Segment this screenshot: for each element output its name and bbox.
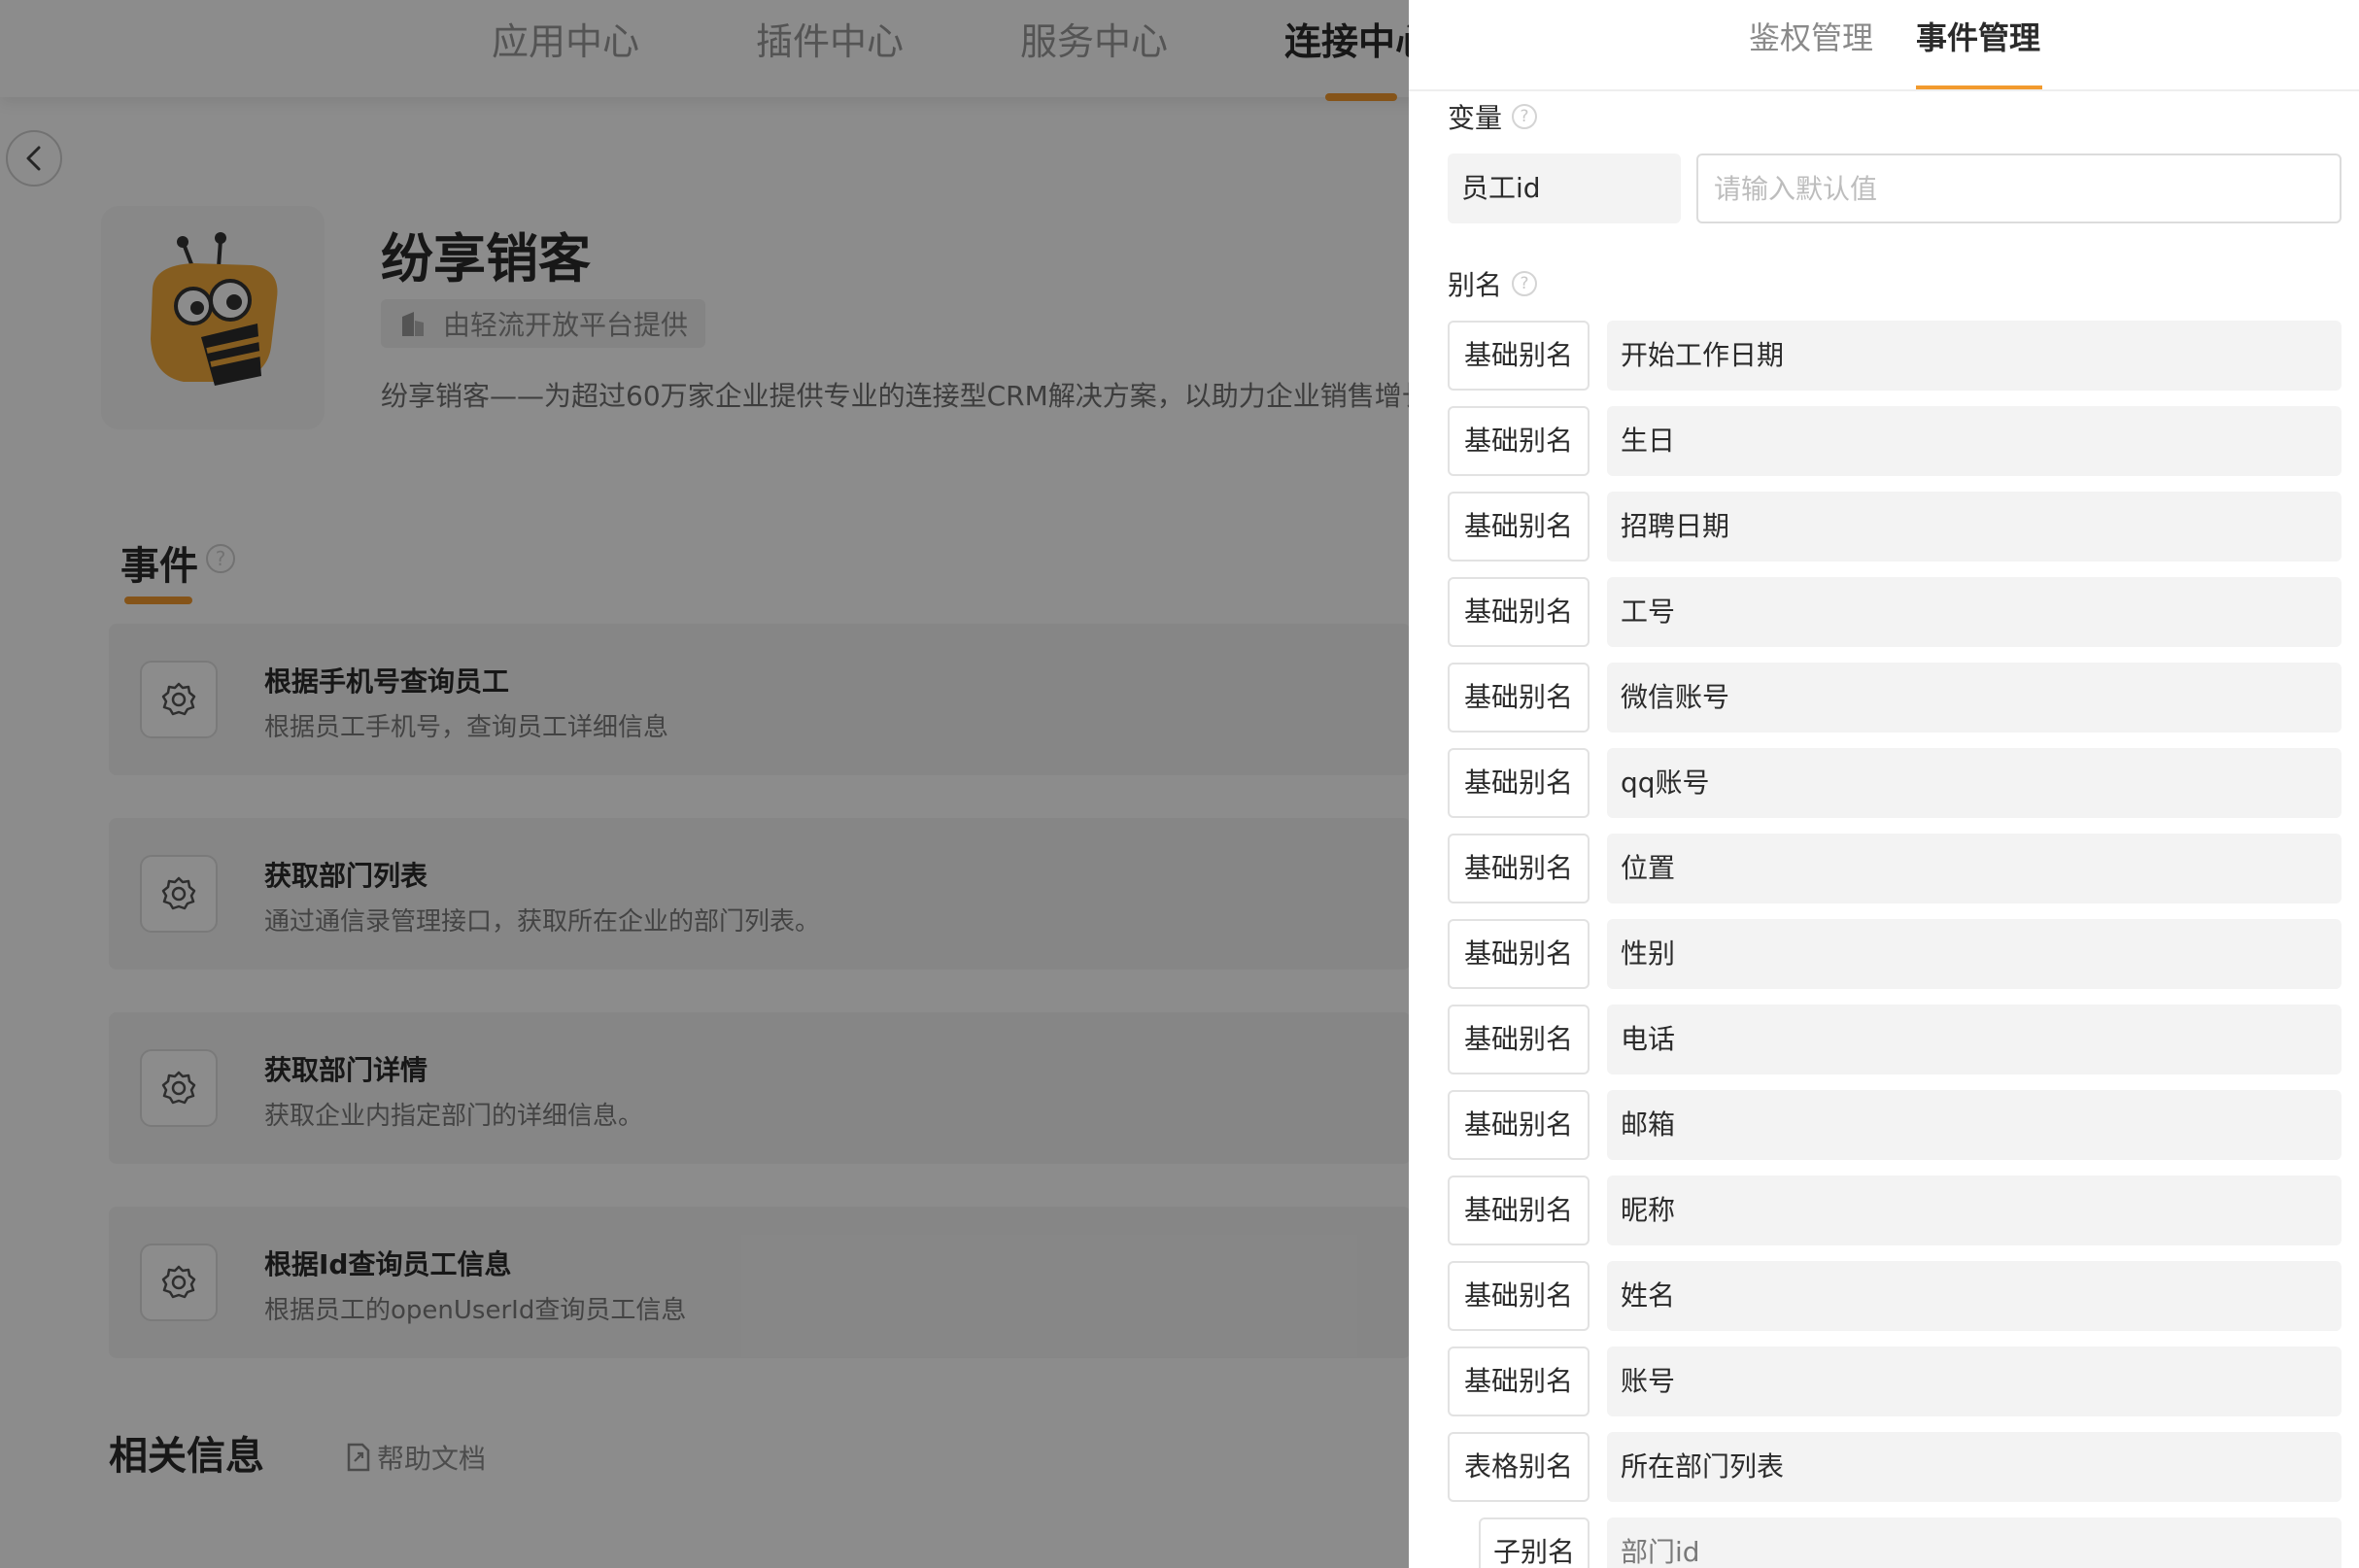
alias-type-button[interactable]: 基础别名 <box>1448 1346 1590 1416</box>
child-alias-row: 子别名 部门id <box>1479 1517 2342 1568</box>
alias-type-button[interactable]: 基础别名 <box>1448 321 1590 391</box>
alias-type-button[interactable]: 基础别名 <box>1448 748 1590 818</box>
alias-type-button[interactable]: 基础别名 <box>1448 1176 1590 1245</box>
alias-type-button[interactable]: 基础别名 <box>1448 834 1590 903</box>
tab-active-indicator <box>1916 85 2042 89</box>
alias-type-button[interactable]: 基础别名 <box>1448 663 1590 733</box>
alias-value[interactable]: 开始工作日期 <box>1607 321 2342 391</box>
alias-type-button[interactable]: 基础别名 <box>1448 492 1590 562</box>
variables-label-row: 变量 ? <box>1448 97 1538 136</box>
alias-type-button[interactable]: 基础别名 <box>1448 919 1590 989</box>
alias-type-button[interactable]: 基础别名 <box>1448 1005 1590 1074</box>
alias-row: 基础别名 性别 <box>1448 919 2342 989</box>
child-alias-type-button[interactable]: 子别名 <box>1479 1517 1590 1568</box>
alias-value[interactable]: 所在部门列表 <box>1607 1432 2342 1502</box>
variable-default-input[interactable] <box>1696 153 2342 223</box>
alias-row: 基础别名 工号 <box>1448 577 2342 647</box>
alias-value[interactable]: 电话 <box>1607 1005 2342 1074</box>
alias-row: 基础别名 账号 <box>1448 1346 2342 1416</box>
alias-value[interactable]: 位置 <box>1607 834 2342 903</box>
alias-type-button[interactable]: 基础别名 <box>1448 577 1590 647</box>
alias-row: 基础别名 生日 <box>1448 406 2342 476</box>
alias-value[interactable]: 账号 <box>1607 1346 2342 1416</box>
alias-row: 基础别名 qq账号 <box>1448 748 2342 818</box>
alias-label-row: 别名 ? <box>1448 264 1538 303</box>
alias-value[interactable]: qq账号 <box>1607 748 2342 818</box>
variable-name: 员工id <box>1448 153 1681 223</box>
alias-row: 基础别名 姓名 <box>1448 1261 2342 1331</box>
alias-row: 表格别名 所在部门列表 <box>1448 1432 2342 1502</box>
variables-label: 变量 <box>1448 102 1503 134</box>
alias-type-button[interactable]: 表格别名 <box>1448 1432 1590 1502</box>
tab-auth-management[interactable]: 鉴权管理 <box>1749 14 1873 58</box>
alias-value[interactable]: 昵称 <box>1607 1176 2342 1245</box>
alias-label: 别名 <box>1448 269 1503 301</box>
alias-value[interactable]: 邮箱 <box>1607 1090 2342 1160</box>
event-management-drawer: 鉴权管理 事件管理 变量 ? 员工id 别名 ? 基础别名 开始工作日期 基础别… <box>1409 0 2359 1568</box>
help-icon[interactable]: ? <box>1512 104 1538 129</box>
alias-value[interactable]: 性别 <box>1607 919 2342 989</box>
alias-value[interactable]: 姓名 <box>1607 1261 2342 1331</box>
tab-event-management[interactable]: 事件管理 <box>1916 14 2040 58</box>
drawer-tabs: 鉴权管理 事件管理 <box>1409 0 2359 91</box>
help-icon[interactable]: ? <box>1512 271 1538 296</box>
alias-value[interactable]: 招聘日期 <box>1607 492 2342 562</box>
alias-value[interactable]: 微信账号 <box>1607 663 2342 733</box>
alias-row: 基础别名 电话 <box>1448 1005 2342 1074</box>
alias-row: 基础别名 位置 <box>1448 834 2342 903</box>
alias-type-button[interactable]: 基础别名 <box>1448 1261 1590 1331</box>
alias-value[interactable]: 工号 <box>1607 577 2342 647</box>
alias-row: 基础别名 微信账号 <box>1448 663 2342 733</box>
alias-row: 基础别名 昵称 <box>1448 1176 2342 1245</box>
alias-row: 基础别名 开始工作日期 <box>1448 321 2342 391</box>
alias-value[interactable]: 生日 <box>1607 406 2342 476</box>
alias-type-button[interactable]: 基础别名 <box>1448 1090 1590 1160</box>
alias-row: 基础别名 招聘日期 <box>1448 492 2342 562</box>
child-alias-value[interactable]: 部门id <box>1607 1517 2342 1568</box>
alias-type-button[interactable]: 基础别名 <box>1448 406 1590 476</box>
alias-row: 基础别名 邮箱 <box>1448 1090 2342 1160</box>
